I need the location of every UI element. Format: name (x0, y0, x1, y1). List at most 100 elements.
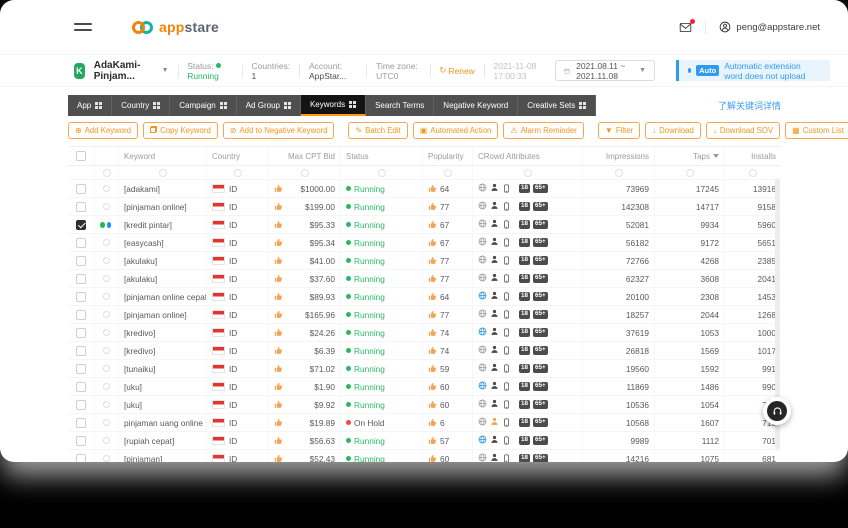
add-to-negative-keyword-button[interactable]: ⊘ Add to Negative Keyword (222, 122, 335, 139)
copy-keyword-button[interactable]: Copy Keyword (143, 122, 218, 139)
column-filter-icon[interactable] (614, 168, 623, 177)
app-name[interactable]: AdaKami-Pinjam... (94, 60, 153, 82)
table-row[interactable]: [pinjaman online] ID $199.00 Running 77 … (68, 198, 781, 216)
row-checkbox[interactable] (76, 453, 86, 462)
tab-app[interactable]: App (68, 95, 113, 116)
table-row[interactable]: [akulaku] ID $37.60 Running 77 18 65+ 62… (68, 270, 781, 288)
table-row[interactable]: [rupiah cepat] ID $56.63 Running 57 18 6… (68, 432, 781, 450)
row-checkbox[interactable] (76, 291, 86, 302)
account-menu[interactable]: peng@appstare.net (719, 21, 820, 33)
row-checkbox[interactable] (76, 435, 86, 446)
keyword-cell[interactable]: [pinjaman online cepat] (119, 288, 207, 305)
menu-icon[interactable] (74, 23, 92, 31)
keyword-cell[interactable]: [pinjaman online] (119, 306, 207, 323)
select-all-checkbox[interactable] (76, 151, 86, 161)
table-row[interactable]: [uku] ID $9.92 Running 60 18 65+ 10536 1… (68, 396, 781, 414)
keyword-cell[interactable]: [kredivo] (119, 342, 207, 359)
table-row[interactable]: [akulaku] ID $41.00 Running 77 18 65+ 72… (68, 252, 781, 270)
bid-value[interactable]: $95.33 (310, 220, 335, 230)
row-checkbox[interactable] (76, 201, 86, 212)
bid-value[interactable]: $95.34 (310, 238, 335, 248)
column-filter-icon[interactable] (102, 168, 111, 177)
keyword-cell[interactable]: [akulaku] (119, 252, 207, 269)
date-range-picker[interactable]: 2021.08.11 ~ 2021.11.08 ▼ (555, 60, 656, 81)
column-filter-icon[interactable] (749, 168, 757, 177)
row-checkbox[interactable] (76, 417, 86, 428)
alarm-reminder-button[interactable]: ⚠ Alarm Reminder (503, 122, 584, 139)
keyword-cell[interactable]: [tunaiku] (119, 360, 207, 377)
filter-button[interactable]: ▼ Filter (597, 122, 641, 139)
row-checkbox[interactable] (76, 327, 86, 338)
batch-edit-button[interactable]: ✎ Batch Edit (348, 122, 408, 139)
keyword-cell[interactable]: [adakami] (119, 180, 207, 197)
row-checkbox[interactable] (76, 363, 86, 374)
bid-value[interactable]: $9.92 (314, 400, 335, 410)
keyword-cell[interactable]: [uku] (119, 378, 207, 395)
row-checkbox[interactable] (76, 345, 86, 356)
row-checkbox[interactable] (76, 399, 86, 410)
keyword-cell[interactable]: [pinjaman online] (119, 198, 207, 215)
bid-value[interactable]: $19.89 (310, 418, 335, 428)
bid-value[interactable]: $89.93 (310, 292, 335, 302)
keyword-cell[interactable]: [kredit pintar] (119, 216, 207, 233)
table-row[interactable]: pinjaman uang online ID $19.89 On Hold 6… (68, 414, 781, 432)
add-keyword-button[interactable]: ⊕ Add Keyword (68, 122, 139, 139)
column-filter-icon[interactable] (523, 168, 532, 177)
column-header-popularity[interactable]: Popularity (423, 147, 473, 165)
table-row[interactable]: [tunaiku] ID $71.02 Running 59 18 65+ 19… (68, 360, 781, 378)
chevron-down-icon[interactable]: ▼ (162, 67, 169, 74)
table-row[interactable]: [kredivo] ID $24.26 Running 74 18 65+ 37… (68, 324, 781, 342)
table-row[interactable]: [pinjaman] ID $52.43 Running 60 18 65+ 1… (68, 450, 781, 462)
bid-value[interactable]: $165.96 (305, 310, 335, 320)
column-filter-icon[interactable] (300, 168, 309, 177)
bid-value[interactable]: $1.90 (314, 382, 335, 392)
table-row[interactable]: [pinjaman online cepat] ID $89.93 Runnin… (68, 288, 781, 306)
column-filter-icon[interactable] (377, 168, 386, 177)
download-sov-button[interactable]: ↓ Download SOV (705, 122, 781, 139)
keyword-cell[interactable]: [uku] (119, 396, 207, 413)
bid-value[interactable]: $41.00 (310, 256, 335, 266)
bid-value[interactable]: $24.26 (310, 328, 335, 338)
column-header-crowd-attributes[interactable]: CRowd Attributes (473, 147, 583, 165)
table-row[interactable]: [adakami] ID $1000.00 Running 64 18 65+ … (68, 180, 781, 198)
tab-creative-sets[interactable]: Creative Sets (518, 95, 597, 116)
keyword-help-link[interactable]: 了解关键词详情 (718, 99, 781, 112)
bid-value[interactable]: $37.60 (310, 274, 335, 284)
sort-desc-icon[interactable] (713, 154, 719, 158)
column-filter-icon[interactable] (158, 168, 167, 177)
row-checkbox[interactable] (76, 309, 86, 320)
column-header-installs[interactable]: Installs (725, 147, 781, 165)
table-row[interactable]: [easycash] ID $95.34 Running 67 18 65+ 5… (68, 234, 781, 252)
table-row[interactable]: [uku] ID $1.90 Running 60 18 65+ 11869 1… (68, 378, 781, 396)
custom-list-button[interactable]: ▦ Custom List (785, 122, 848, 139)
column-header-impressions[interactable]: Impressions (583, 147, 655, 165)
column-header-status[interactable]: Status (341, 147, 423, 165)
tab-search-terms[interactable]: Search Terms (366, 95, 435, 116)
table-row[interactable]: [kredivo] ID $6.39 Running 74 18 65+ 268… (68, 342, 781, 360)
row-checkbox[interactable] (76, 183, 86, 194)
support-button[interactable] (763, 397, 791, 425)
bid-value[interactable]: $52.43 (310, 454, 335, 463)
automated-action-button[interactable]: ▣ Automated Action (412, 122, 499, 139)
tab-campaign[interactable]: Campaign (170, 95, 237, 116)
renew-button[interactable]: ↻ Renew (439, 65, 475, 76)
column-filter-icon[interactable] (685, 168, 694, 177)
column-header-country[interactable]: Country (207, 147, 269, 165)
keyword-cell[interactable]: [rupiah cepat] (119, 432, 207, 449)
tab-negative-keyword[interactable]: Negative Keyword (434, 95, 519, 116)
table-row[interactable]: [pinjaman online] ID $165.96 Running 77 … (68, 306, 781, 324)
column-header-keyword[interactable]: Keyword (119, 147, 207, 165)
bid-value[interactable]: $56.63 (310, 436, 335, 446)
keyword-cell[interactable]: [pinjaman] (119, 450, 207, 462)
row-checkbox[interactable] (76, 219, 86, 230)
bid-value[interactable]: $71.02 (310, 364, 335, 374)
mail-icon[interactable] (679, 18, 696, 34)
bid-value[interactable]: $6.39 (314, 346, 335, 356)
column-filter-icon[interactable] (233, 168, 242, 177)
table-row[interactable]: [kredit pintar] ID $95.33 Running 67 18 … (68, 216, 781, 234)
row-checkbox[interactable] (76, 237, 86, 248)
column-header-taps[interactable]: Taps (655, 147, 725, 165)
download-button[interactable]: ↓ Download (645, 122, 701, 139)
tab-ad-group[interactable]: Ad Group (236, 95, 301, 116)
bid-value[interactable]: $199.00 (305, 202, 335, 212)
